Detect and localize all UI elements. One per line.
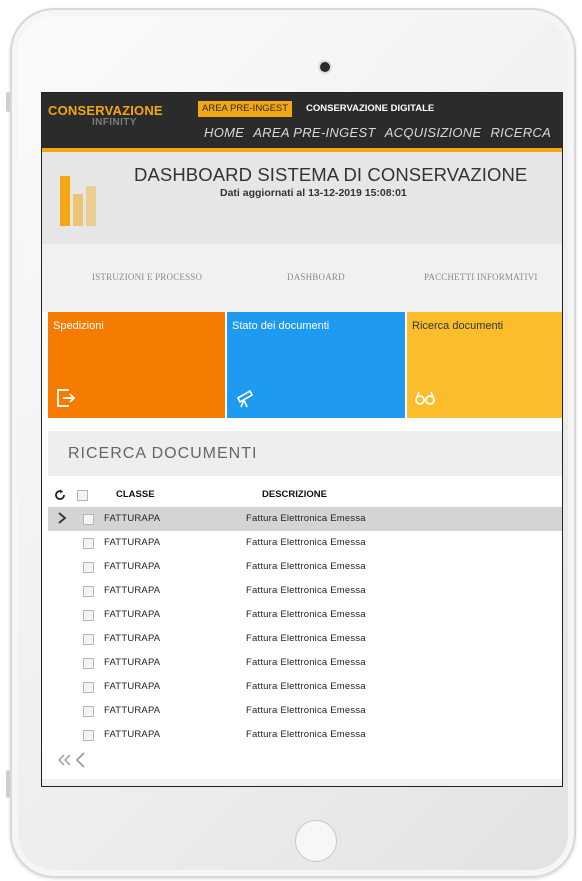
column-header-classe[interactable]: CLASSE <box>116 489 155 500</box>
cell-classe: FATTURAPA <box>104 633 161 644</box>
row-checkbox[interactable] <box>83 706 94 717</box>
side-button <box>6 92 10 112</box>
camera-icon <box>320 62 330 72</box>
previous-page-icon[interactable] <box>74 751 86 769</box>
tile-label: Stato dei documenti <box>232 320 330 332</box>
row-checkbox[interactable] <box>83 730 94 741</box>
cell-descrizione: Fattura Elettronica Emessa <box>246 633 366 644</box>
tile-spedizioni[interactable]: Spedizioni <box>48 312 225 418</box>
table-row[interactable]: FATTURAPA Fattura Elettronica Emessa <box>48 627 562 651</box>
nav-ricerca[interactable]: RICERCA <box>490 125 551 140</box>
row-checkbox[interactable] <box>83 586 94 597</box>
results-table: FATTURAPA Fattura Elettronica Emessa FAT… <box>48 507 562 747</box>
cell-classe: FATTURAPA <box>104 705 161 716</box>
table-row[interactable]: FATTURAPA Fattura Elettronica Emessa <box>48 531 562 555</box>
table-row[interactable]: FATTURAPA Fattura Elettronica Emessa <box>48 579 562 603</box>
subnav-istruzioni[interactable]: ISTRUZIONI E PROCESSO <box>92 272 202 282</box>
table-row[interactable]: FATTURAPA Fattura Elettronica Emessa <box>48 507 562 531</box>
glasses-icon <box>415 391 435 405</box>
table-row[interactable]: FATTURAPA Fattura Elettronica Emessa <box>48 699 562 723</box>
tab-area-pre-ingest[interactable]: AREA PRE-INGEST <box>198 101 293 117</box>
subnav-pacchetti[interactable]: PACCHETTI INFORMATIVI <box>424 272 538 282</box>
cell-descrizione: Fattura Elettronica Emessa <box>246 585 366 596</box>
row-checkbox[interactable] <box>83 658 94 669</box>
page-title: DASHBOARD SISTEMA DI CONSERVAZIONE <box>134 164 528 185</box>
section-title: RICERCA DOCUMENTI <box>68 445 258 462</box>
main-nav: HOME AREA PRE-INGEST ACQUISIZIONE RICERCA <box>204 125 560 140</box>
refresh-icon[interactable] <box>54 489 66 501</box>
row-checkbox[interactable] <box>83 538 94 549</box>
row-checkbox[interactable] <box>83 562 94 573</box>
dashboard-header: DASHBOARD SISTEMA DI CONSERVAZIONE Dati … <box>42 152 562 244</box>
row-checkbox[interactable] <box>83 682 94 693</box>
pagination <box>56 751 96 771</box>
subnav-dashboard[interactable]: DASHBOARD <box>287 272 345 282</box>
sub-nav: ISTRUZIONI E PROCESSO DASHBOARD PACCHETT… <box>42 244 562 312</box>
cell-classe: FATTURAPA <box>104 561 161 572</box>
cell-classe: FATTURAPA <box>104 657 161 668</box>
cell-descrizione: Fattura Elettronica Emessa <box>246 705 366 716</box>
cell-descrizione: Fattura Elettronica Emessa <box>246 729 366 740</box>
home-button[interactable] <box>295 820 337 862</box>
table-row[interactable]: FATTURAPA Fattura Elettronica Emessa <box>48 555 562 579</box>
cell-descrizione: Fattura Elettronica Emessa <box>246 561 366 572</box>
bar-chart-icon <box>60 176 100 226</box>
tile-stato-documenti[interactable]: Stato dei documenti <box>227 312 405 418</box>
cell-descrizione: Fattura Elettronica Emessa <box>246 513 366 524</box>
screen: CONSERVAZIONE INFINITY AREA PRE-INGEST C… <box>41 92 563 787</box>
cell-descrizione: Fattura Elettronica Emessa <box>246 537 366 548</box>
cell-descrizione: Fattura Elettronica Emessa <box>246 609 366 620</box>
nav-area-pre-ingest[interactable]: AREA PRE-INGEST <box>253 125 375 140</box>
column-header-descrizione[interactable]: DESCRIZIONE <box>262 489 327 500</box>
tile-ricerca-documenti[interactable]: Ricerca documenti <box>407 312 562 418</box>
logo-main: CONSERVAZIONE <box>48 103 163 118</box>
chevron-right-icon[interactable] <box>56 511 68 525</box>
table-row[interactable]: FATTURAPA Fattura Elettronica Emessa <box>48 675 562 699</box>
logo-sub: INFINITY <box>92 117 137 128</box>
cell-classe: FATTURAPA <box>104 585 161 596</box>
cell-classe: FATTURAPA <box>104 609 161 620</box>
cell-classe: FATTURAPA <box>104 681 161 692</box>
row-checkbox[interactable] <box>83 634 94 645</box>
footer-bar <box>42 779 562 786</box>
table-row[interactable]: FATTURAPA Fattura Elettronica Emessa <box>48 603 562 627</box>
cell-classe: FATTURAPA <box>104 729 161 740</box>
cell-classe: FATTURAPA <box>104 537 161 548</box>
cell-descrizione: Fattura Elettronica Emessa <box>246 681 366 692</box>
first-page-icon[interactable] <box>56 753 72 767</box>
exit-arrow-icon <box>57 389 76 407</box>
last-updated: Dati aggiornati al 13-12-2019 15:08:01 <box>220 187 407 199</box>
table-row[interactable]: FATTURAPA Fattura Elettronica Emessa <box>48 651 562 675</box>
table-row[interactable]: FATTURAPA Fattura Elettronica Emessa <box>48 723 562 747</box>
select-all-checkbox[interactable] <box>77 490 88 501</box>
cell-descrizione: Fattura Elettronica Emessa <box>246 657 366 668</box>
telescope-icon <box>236 389 254 408</box>
section-header: RICERCA DOCUMENTI <box>48 431 562 476</box>
cell-classe: FATTURAPA <box>104 513 161 524</box>
nav-acquisizione[interactable]: ACQUISIZIONE <box>385 125 482 140</box>
top-bar: CONSERVAZIONE INFINITY AREA PRE-INGEST C… <box>42 93 562 149</box>
tile-label: Ricerca documenti <box>412 320 504 332</box>
nav-home[interactable]: HOME <box>204 125 244 140</box>
table-header: CLASSE DESCRIZIONE <box>48 483 562 507</box>
tile-label: Spedizioni <box>53 320 104 332</box>
row-checkbox[interactable] <box>83 610 94 621</box>
side-button <box>6 770 10 798</box>
row-checkbox[interactable] <box>83 514 94 525</box>
tab-conservazione-digitale[interactable]: CONSERVAZIONE DIGITALE <box>306 101 434 117</box>
